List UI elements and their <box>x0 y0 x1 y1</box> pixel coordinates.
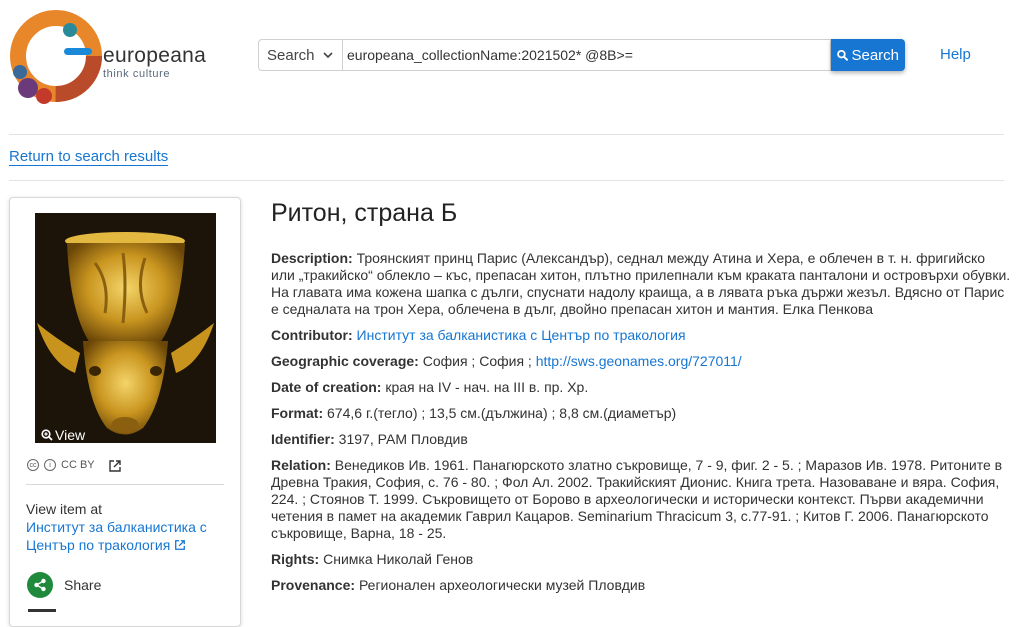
attribution-icon: i <box>44 459 56 471</box>
field-label: Geographic coverage: <box>271 353 419 369</box>
field-value: София ; София ; <box>422 353 536 369</box>
cut-off-control <box>28 609 56 612</box>
contributor-link[interactable]: Институт за балканистика с Център по тра… <box>357 327 686 343</box>
geonames-link[interactable]: http://sws.geonames.org/727011/ <box>536 353 742 369</box>
field-date-of-creation: Date of creation: края на IV - нач. на I… <box>271 379 1011 396</box>
share-icon <box>27 572 53 598</box>
share-button[interactable]: Share <box>27 572 101 598</box>
field-value: Троянският принц Парис (Александър), сед… <box>271 250 1011 317</box>
europeana-logo[interactable]: europeana think culture <box>8 10 206 110</box>
search-button[interactable]: Search <box>831 39 905 71</box>
item-side-panel: View cc i CC BY View item at Институт за… <box>9 197 241 627</box>
item-title: Ритон, страна Б <box>271 199 458 227</box>
field-identifier: Identifier: 3197, РАМ Пловдив <box>271 431 1011 448</box>
provider-link[interactable]: Институт за балканистика с Център по тра… <box>26 518 231 554</box>
logo-mark-icon <box>10 10 102 104</box>
chevron-down-icon <box>322 51 333 58</box>
field-relation: Relation: Венедиков Ив. 1961. Панагюрско… <box>271 457 1011 542</box>
content-divider <box>9 180 1004 181</box>
header-divider <box>9 134 1004 135</box>
search-input[interactable] <box>342 39 831 71</box>
search-type-label: Search <box>267 46 315 64</box>
field-label: Rights: <box>271 551 320 567</box>
field-label: Date of creation: <box>271 379 382 395</box>
license-label: CC BY <box>61 459 95 471</box>
field-value: 3197, РАМ Пловдив <box>338 431 468 447</box>
search-icon <box>837 49 849 61</box>
logo-wordmark: europeana <box>103 44 207 67</box>
view-image-button[interactable]: View <box>41 427 85 443</box>
field-label: Description: <box>271 250 353 266</box>
side-divider <box>26 484 224 485</box>
zoom-in-icon <box>41 429 53 441</box>
external-link-icon <box>175 540 186 550</box>
help-link[interactable]: Help <box>940 46 971 63</box>
search-button-label: Search <box>851 46 899 64</box>
view-item-at-label: View item at <box>26 501 102 517</box>
field-value: Венедиков Ив. 1961. Панагюрското златно … <box>271 457 1003 541</box>
field-label: Provenance: <box>271 577 356 593</box>
item-thumbnail[interactable]: View <box>35 213 216 443</box>
field-geographic-coverage: Geographic coverage: София ; София ; htt… <box>271 353 1011 370</box>
field-value: Регионален археологически музей Пловдив <box>358 577 646 593</box>
field-contributor: Contributor: Институт за балканистика с … <box>271 327 1011 344</box>
search-bar: Search Search <box>258 39 905 71</box>
field-format: Format: 674,6 г.(тегло) ; 13,5 см.(дължи… <box>271 405 1011 422</box>
field-value: края на IV - нач. на III в. пр. Хр. <box>385 379 589 395</box>
share-label: Share <box>64 577 102 593</box>
return-to-results-link[interactable]: Return to search results <box>9 148 169 166</box>
rhyton-image <box>35 213 216 443</box>
logo-tagline: think culture <box>103 68 171 80</box>
field-label: Relation: <box>271 457 331 473</box>
cc-icon: cc <box>27 459 39 471</box>
field-rights: Rights: Снимка Николай Генов <box>271 551 1011 568</box>
field-label: Identifier: <box>271 431 335 447</box>
field-provenance: Provenance: Регионален археологически му… <box>271 577 1011 594</box>
search-type-select[interactable]: Search <box>258 39 342 71</box>
metadata-list: Description: Троянският принц Парис (Але… <box>271 250 1011 603</box>
field-label: Contributor: <box>271 327 353 343</box>
license-badge[interactable]: cc i CC BY <box>27 459 95 471</box>
external-link-icon[interactable] <box>108 459 122 473</box>
field-label: Format: <box>271 405 324 421</box>
view-label: View <box>55 427 86 443</box>
field-value: 674,6 г.(тегло) ; 13,5 см.(дължина) ; 8,… <box>327 405 677 421</box>
field-description: Description: Троянският принц Парис (Але… <box>271 250 1011 318</box>
field-value: Снимка Николай Генов <box>323 551 474 567</box>
